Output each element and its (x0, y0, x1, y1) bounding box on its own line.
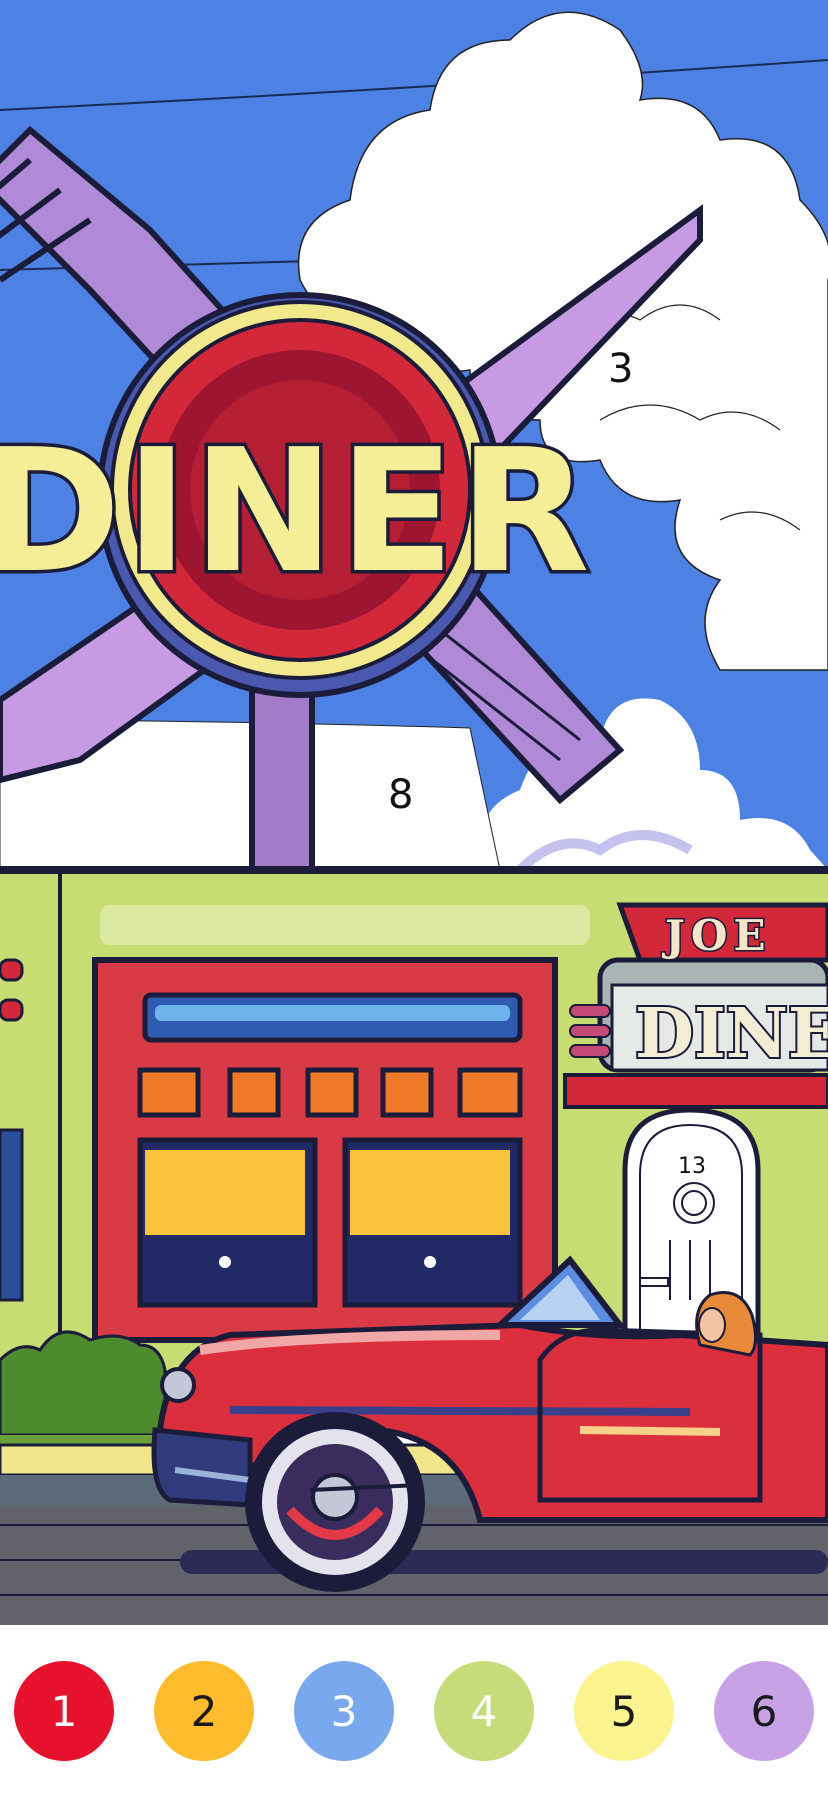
palette-swatch-4[interactable]: 4 (434, 1661, 534, 1761)
palette-swatch-6[interactable]: 6 (714, 1661, 814, 1761)
coloring-canvas[interactable]: DINER JOE DINE 3 8 13 (0, 0, 828, 1625)
color-palette: 1 2 3 4 5 6 (0, 1625, 828, 1795)
bushes (0, 1330, 167, 1437)
red-kiosk[interactable] (92, 957, 558, 1343)
palette-swatch-number: 2 (190, 1686, 218, 1736)
palette-swatch-number: 4 (470, 1686, 498, 1736)
left-red-stripe (0, 998, 24, 1022)
sign-diner-text: DINER (0, 413, 594, 611)
building-roof-line (0, 866, 828, 874)
facade-sign-joe-text: JOE (661, 911, 771, 960)
region-number-door: 13 (678, 1154, 706, 1179)
palette-swatch-number: 1 (50, 1686, 78, 1736)
palette-swatch-2[interactable]: 2 (154, 1661, 254, 1761)
region-number-cloud: 3 (608, 346, 633, 392)
palette-swatch-number: 6 (750, 1686, 778, 1736)
region-number-sky: 8 (388, 772, 413, 818)
sign-pole (249, 677, 315, 873)
palette-swatch-5[interactable]: 5 (574, 1661, 674, 1761)
palette-swatch-number: 3 (330, 1686, 358, 1736)
facade-sign-dine-text: DINE (635, 994, 828, 1074)
left-blue-vent (0, 1128, 24, 1302)
palette-swatch-1[interactable]: 1 (14, 1661, 114, 1761)
palette-swatch-number: 5 (610, 1686, 638, 1736)
left-red-stripe (0, 958, 24, 982)
facade-highlight (100, 905, 590, 945)
car-wheel[interactable] (245, 1412, 425, 1592)
palette-swatch-3[interactable]: 3 (294, 1661, 394, 1761)
